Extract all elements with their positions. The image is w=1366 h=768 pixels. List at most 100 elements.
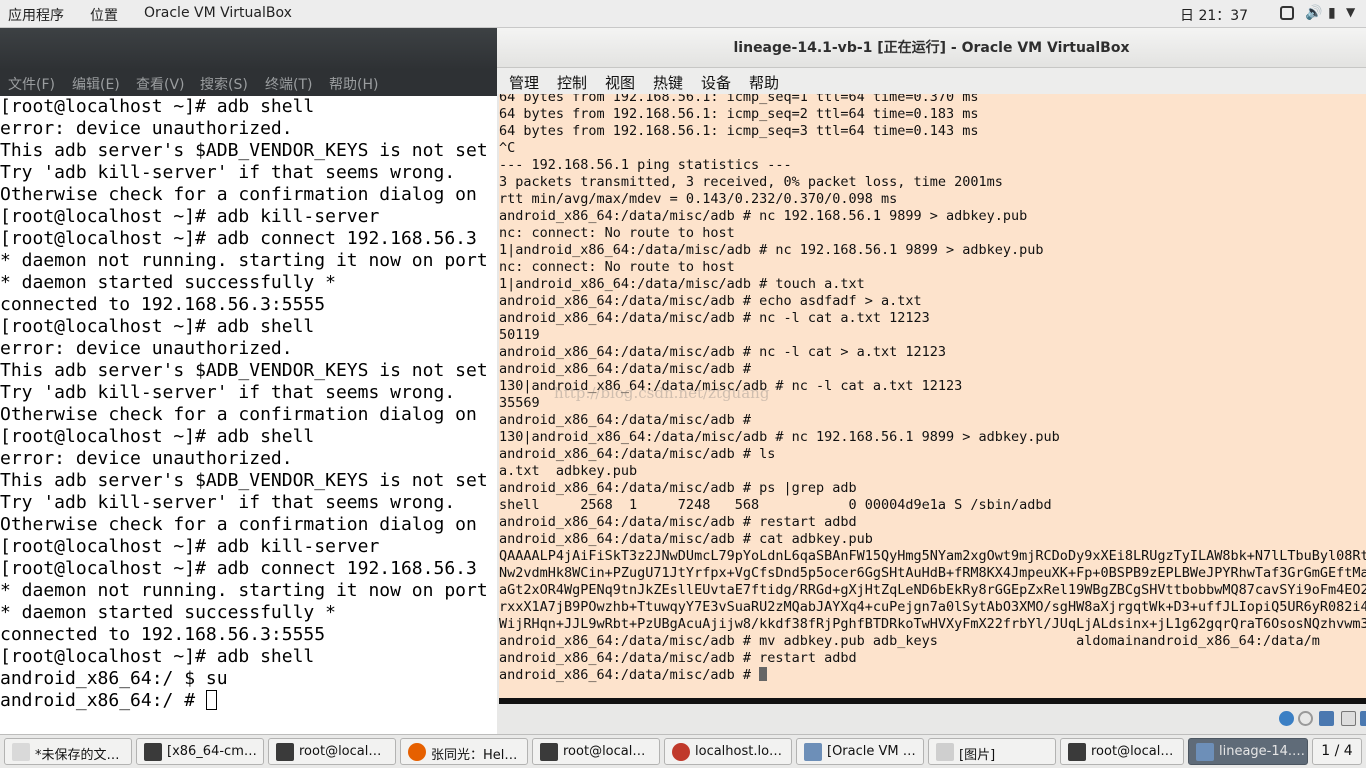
vm-console-line: android_x86_64:/data/misc/adb # nc -l ca… bbox=[499, 344, 947, 360]
active-app-title[interactable]: Oracle VM VirtualBox bbox=[144, 5, 292, 21]
taskbar-item[interactable]: lineage-14.… bbox=[1188, 738, 1308, 765]
terminal-line: This adb server's $ADB_VENDOR_KEYS is no… bbox=[0, 360, 488, 381]
vm-console-line: android_x86_64:/data/misc/adb # ls bbox=[499, 446, 776, 462]
optical-drive-icon[interactable] bbox=[1298, 711, 1313, 726]
shared-folders-icon[interactable] bbox=[1341, 711, 1356, 726]
terminal-line: [root@localhost ~]# adb connect 192.168.… bbox=[0, 558, 477, 579]
vm-prompt: android_x86_64:/data/misc/adb # bbox=[499, 667, 760, 683]
virtualbox-menubar: 管理 控制 视图 热键 设备 帮助 bbox=[497, 68, 1366, 94]
terminal-line: Try 'adb kill-server' if that seems wron… bbox=[0, 382, 456, 403]
terminal-prompt-line[interactable]: android_x86_64:/ # bbox=[0, 690, 497, 712]
text-editor-icon bbox=[12, 743, 30, 761]
taskbar-item[interactable]: root@local… bbox=[532, 738, 660, 765]
taskbar-item[interactable]: [x86_64-cm… bbox=[136, 738, 264, 765]
menu-devices[interactable]: 设备 bbox=[701, 72, 731, 93]
terminal-line: error: device unauthorized. bbox=[0, 448, 293, 469]
terminal-line: error: device unauthorized. bbox=[0, 118, 293, 139]
terminal-line: [root@localhost ~]# adb kill-server bbox=[0, 206, 380, 227]
virtualbox-icon bbox=[804, 743, 822, 761]
chevron-down-icon[interactable]: ▼ bbox=[1346, 5, 1360, 19]
battery-icon[interactable]: ▮ bbox=[1328, 5, 1342, 21]
hard-disk-icon[interactable] bbox=[1279, 711, 1294, 726]
terminal-line: Otherwise check for a confirmation dialo… bbox=[0, 514, 477, 535]
taskbar-item-label: 张同光：Hel… bbox=[431, 748, 518, 763]
menu-machine[interactable]: 管理 bbox=[509, 72, 539, 93]
vm-console-line: shell 2568 1 7248 568 0 00004d9e1a S /sb… bbox=[499, 497, 1052, 513]
terminal-output[interactable]: [root@localhost ~]# adb shell error: devi… bbox=[0, 96, 497, 734]
menu-edit[interactable]: 编辑(E) bbox=[72, 74, 120, 94]
taskbar-item[interactable]: root@local… bbox=[1060, 738, 1184, 765]
display-icon[interactable] bbox=[1360, 711, 1366, 726]
terminal-line: Otherwise check for a confirmation dialo… bbox=[0, 404, 477, 425]
vm-console-line: android_x86_64:/data/misc/adb # mv adbke… bbox=[499, 633, 1320, 649]
volume-icon[interactable]: 🔊 bbox=[1305, 5, 1322, 21]
terminal-line: [root@localhost ~]# adb shell bbox=[0, 426, 315, 447]
vm-console-line: nc: connect: No route to host bbox=[499, 225, 735, 241]
vm-console-line: android_x86_64:/data/misc/adb # cat adbk… bbox=[499, 531, 873, 547]
taskbar-item-label: [Oracle VM … bbox=[827, 744, 916, 759]
image-viewer-icon bbox=[936, 743, 954, 761]
watermark: http://blog.csdn.net/ztguang bbox=[554, 384, 770, 402]
window-switch-icon[interactable] bbox=[1280, 6, 1294, 20]
vm-console-line: QAAAALP4jAiFiSkT3z2JNwDUmcL79pYoLdnL6qaS… bbox=[499, 548, 1366, 564]
terminal-titlebar[interactable] bbox=[0, 28, 497, 70]
vm-console-line: rxxX1A7jB9POwzhb+TtuwqyY7E3vSuaRU2zMQabJ… bbox=[499, 599, 1366, 615]
vm-console-line: android_x86_64:/data/misc/adb # nc 192.1… bbox=[499, 208, 1028, 224]
terminal-line: * daemon started successfully * bbox=[0, 602, 336, 623]
terminal-prompt: android_x86_64:/ # bbox=[0, 690, 206, 711]
terminal-icon bbox=[540, 743, 558, 761]
menu-terminal[interactable]: 终端(T) bbox=[265, 74, 312, 94]
places-menu[interactable]: 位置 bbox=[90, 5, 118, 25]
taskbar-item[interactable]: root@local… bbox=[268, 738, 396, 765]
taskbar-item-label: root@local… bbox=[299, 744, 382, 759]
terminal-icon bbox=[1068, 743, 1086, 761]
virtualbox-titlebar[interactable]: lineage-14.1-vb-1 [正在运行] - Oracle VM Vir… bbox=[497, 28, 1366, 68]
taskbar-item-label: [x86_64-cm… bbox=[167, 744, 257, 759]
taskbar-item-label: lineage-14.… bbox=[1219, 744, 1306, 759]
vm-console-screen[interactable]: 64 bytes from 192.168.56.1: icmp_seq=1 t… bbox=[499, 94, 1366, 698]
menu-control[interactable]: 控制 bbox=[557, 72, 587, 93]
virtualbox-icon bbox=[1196, 743, 1214, 761]
workspace-pager[interactable]: 1 / 4 bbox=[1312, 738, 1362, 765]
menu-file[interactable]: 文件(F) bbox=[8, 74, 55, 94]
menu-view[interactable]: 查看(V) bbox=[136, 74, 185, 94]
vm-console-line: 1|android_x86_64:/data/misc/adb # touch … bbox=[499, 276, 865, 292]
taskbar-item-label: root@local… bbox=[563, 744, 646, 759]
menu-help[interactable]: 帮助 bbox=[749, 72, 779, 93]
vm-console-line: android_x86_64:/data/misc/adb # restart … bbox=[499, 514, 857, 530]
firefox-icon bbox=[408, 743, 426, 761]
taskbar-item[interactable]: *未保存的文… bbox=[4, 738, 132, 765]
vm-cursor bbox=[759, 667, 768, 681]
terminal-line: [root@localhost ~]# adb shell bbox=[0, 316, 315, 337]
taskbar-item[interactable]: [Oracle VM … bbox=[796, 738, 924, 765]
menu-help[interactable]: 帮助(H) bbox=[329, 74, 378, 94]
vm-console-line: 1|android_x86_64:/data/misc/adb # nc 192… bbox=[499, 242, 1044, 258]
menu-search[interactable]: 搜索(S) bbox=[200, 74, 248, 94]
virtualbox-window[interactable]: lineage-14.1-vb-1 [正在运行] - Oracle VM Vir… bbox=[497, 28, 1366, 734]
menu-view[interactable]: 视图 bbox=[605, 72, 635, 93]
vm-console-line: android_x86_64:/data/misc/adb # bbox=[499, 361, 751, 377]
terminal-line: * daemon not running. starting it now on… bbox=[0, 580, 488, 601]
vm-console-line: android_x86_64:/data/misc/adb # bbox=[499, 412, 751, 428]
taskbar-item[interactable]: 张同光：Hel… bbox=[400, 738, 528, 765]
clock[interactable]: 日 21：37 bbox=[1180, 5, 1248, 25]
vm-console-line: 64 bytes from 192.168.56.1: icmp_seq=2 t… bbox=[499, 106, 979, 122]
terminal-window[interactable]: 文件(F) 编辑(E) 查看(V) 搜索(S) 终端(T) 帮助(H) [roo… bbox=[0, 28, 497, 734]
vm-console-line: rtt min/avg/max/mdev = 0.143/0.232/0.370… bbox=[499, 191, 898, 207]
applications-menu[interactable]: 应用程序 bbox=[8, 5, 64, 25]
terminal-line: Try 'adb kill-server' if that seems wron… bbox=[0, 162, 456, 183]
terminal-line: This adb server's $ADB_VENDOR_KEYS is no… bbox=[0, 140, 488, 161]
vm-prompt-line[interactable]: android_x86_64:/data/misc/adb # bbox=[499, 667, 1366, 684]
vm-console-line: 130|android_x86_64:/data/misc/adb # nc 1… bbox=[499, 429, 1060, 445]
wireshark-icon bbox=[672, 743, 690, 761]
taskbar-item[interactable]: [图片] bbox=[928, 738, 1056, 765]
vm-console-line: nc: connect: No route to host bbox=[499, 259, 735, 275]
menu-hotkey[interactable]: 热键 bbox=[653, 72, 683, 93]
terminal-line: error: device unauthorized. bbox=[0, 338, 293, 359]
terminal-line: android_x86_64:/ $ su bbox=[0, 668, 228, 689]
network-icon[interactable] bbox=[1319, 711, 1334, 726]
vm-console-line: android_x86_64:/data/misc/adb # echo asd… bbox=[499, 293, 922, 309]
terminal-line: [root@localhost ~]# adb shell bbox=[0, 646, 315, 667]
taskbar-item[interactable]: localhost.lo… bbox=[664, 738, 792, 765]
vm-console-line: 50119 bbox=[499, 327, 540, 343]
